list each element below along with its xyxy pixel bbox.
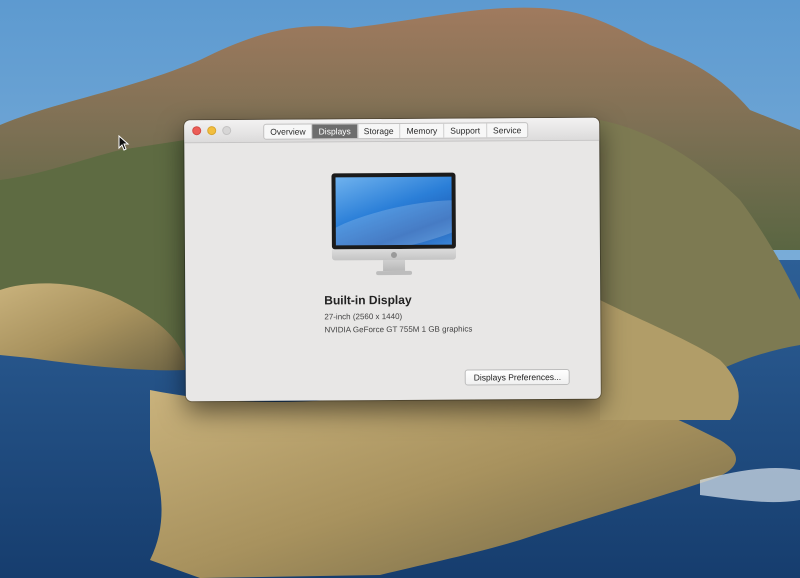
traffic-lights xyxy=(192,125,232,136)
tab-storage[interactable]: Storage xyxy=(357,123,401,139)
tab-service[interactable]: Service xyxy=(487,123,527,137)
tab-support[interactable]: Support xyxy=(444,123,488,138)
tab-bar: Overview Displays Storage Memory Support… xyxy=(263,122,529,140)
displays-preferences-button[interactable]: Displays Preferences... xyxy=(464,368,571,386)
imac-stand xyxy=(383,259,406,272)
display-graphics: NVIDIA GeForce GT 755M 1 GB graphics xyxy=(324,324,473,335)
tab-memory[interactable]: Memory xyxy=(400,123,445,138)
tab-overview[interactable]: Overview xyxy=(264,124,313,139)
display-resolution: 27-inch (2560 x 1440) xyxy=(324,311,403,322)
displays-pane: Built-in Display 27-inch (2560 x 1440) N… xyxy=(184,141,601,402)
apple-logo-icon xyxy=(390,251,397,259)
zoom-icon[interactable] xyxy=(222,125,232,136)
minimize-icon[interactable] xyxy=(207,126,217,136)
tab-displays[interactable]: Displays xyxy=(312,124,358,139)
imac-icon xyxy=(331,172,457,278)
display-name: Built-in Display xyxy=(324,292,412,308)
arrow-cursor-icon xyxy=(118,135,130,151)
about-this-mac-window: Overview Displays Storage Memory Support… xyxy=(184,117,601,402)
imac-wallpaper xyxy=(335,176,452,246)
imac-screen xyxy=(331,172,456,250)
close-icon[interactable] xyxy=(192,126,202,136)
imac-foot xyxy=(376,270,413,276)
title-bar[interactable]: Overview Displays Storage Memory Support… xyxy=(184,117,600,144)
